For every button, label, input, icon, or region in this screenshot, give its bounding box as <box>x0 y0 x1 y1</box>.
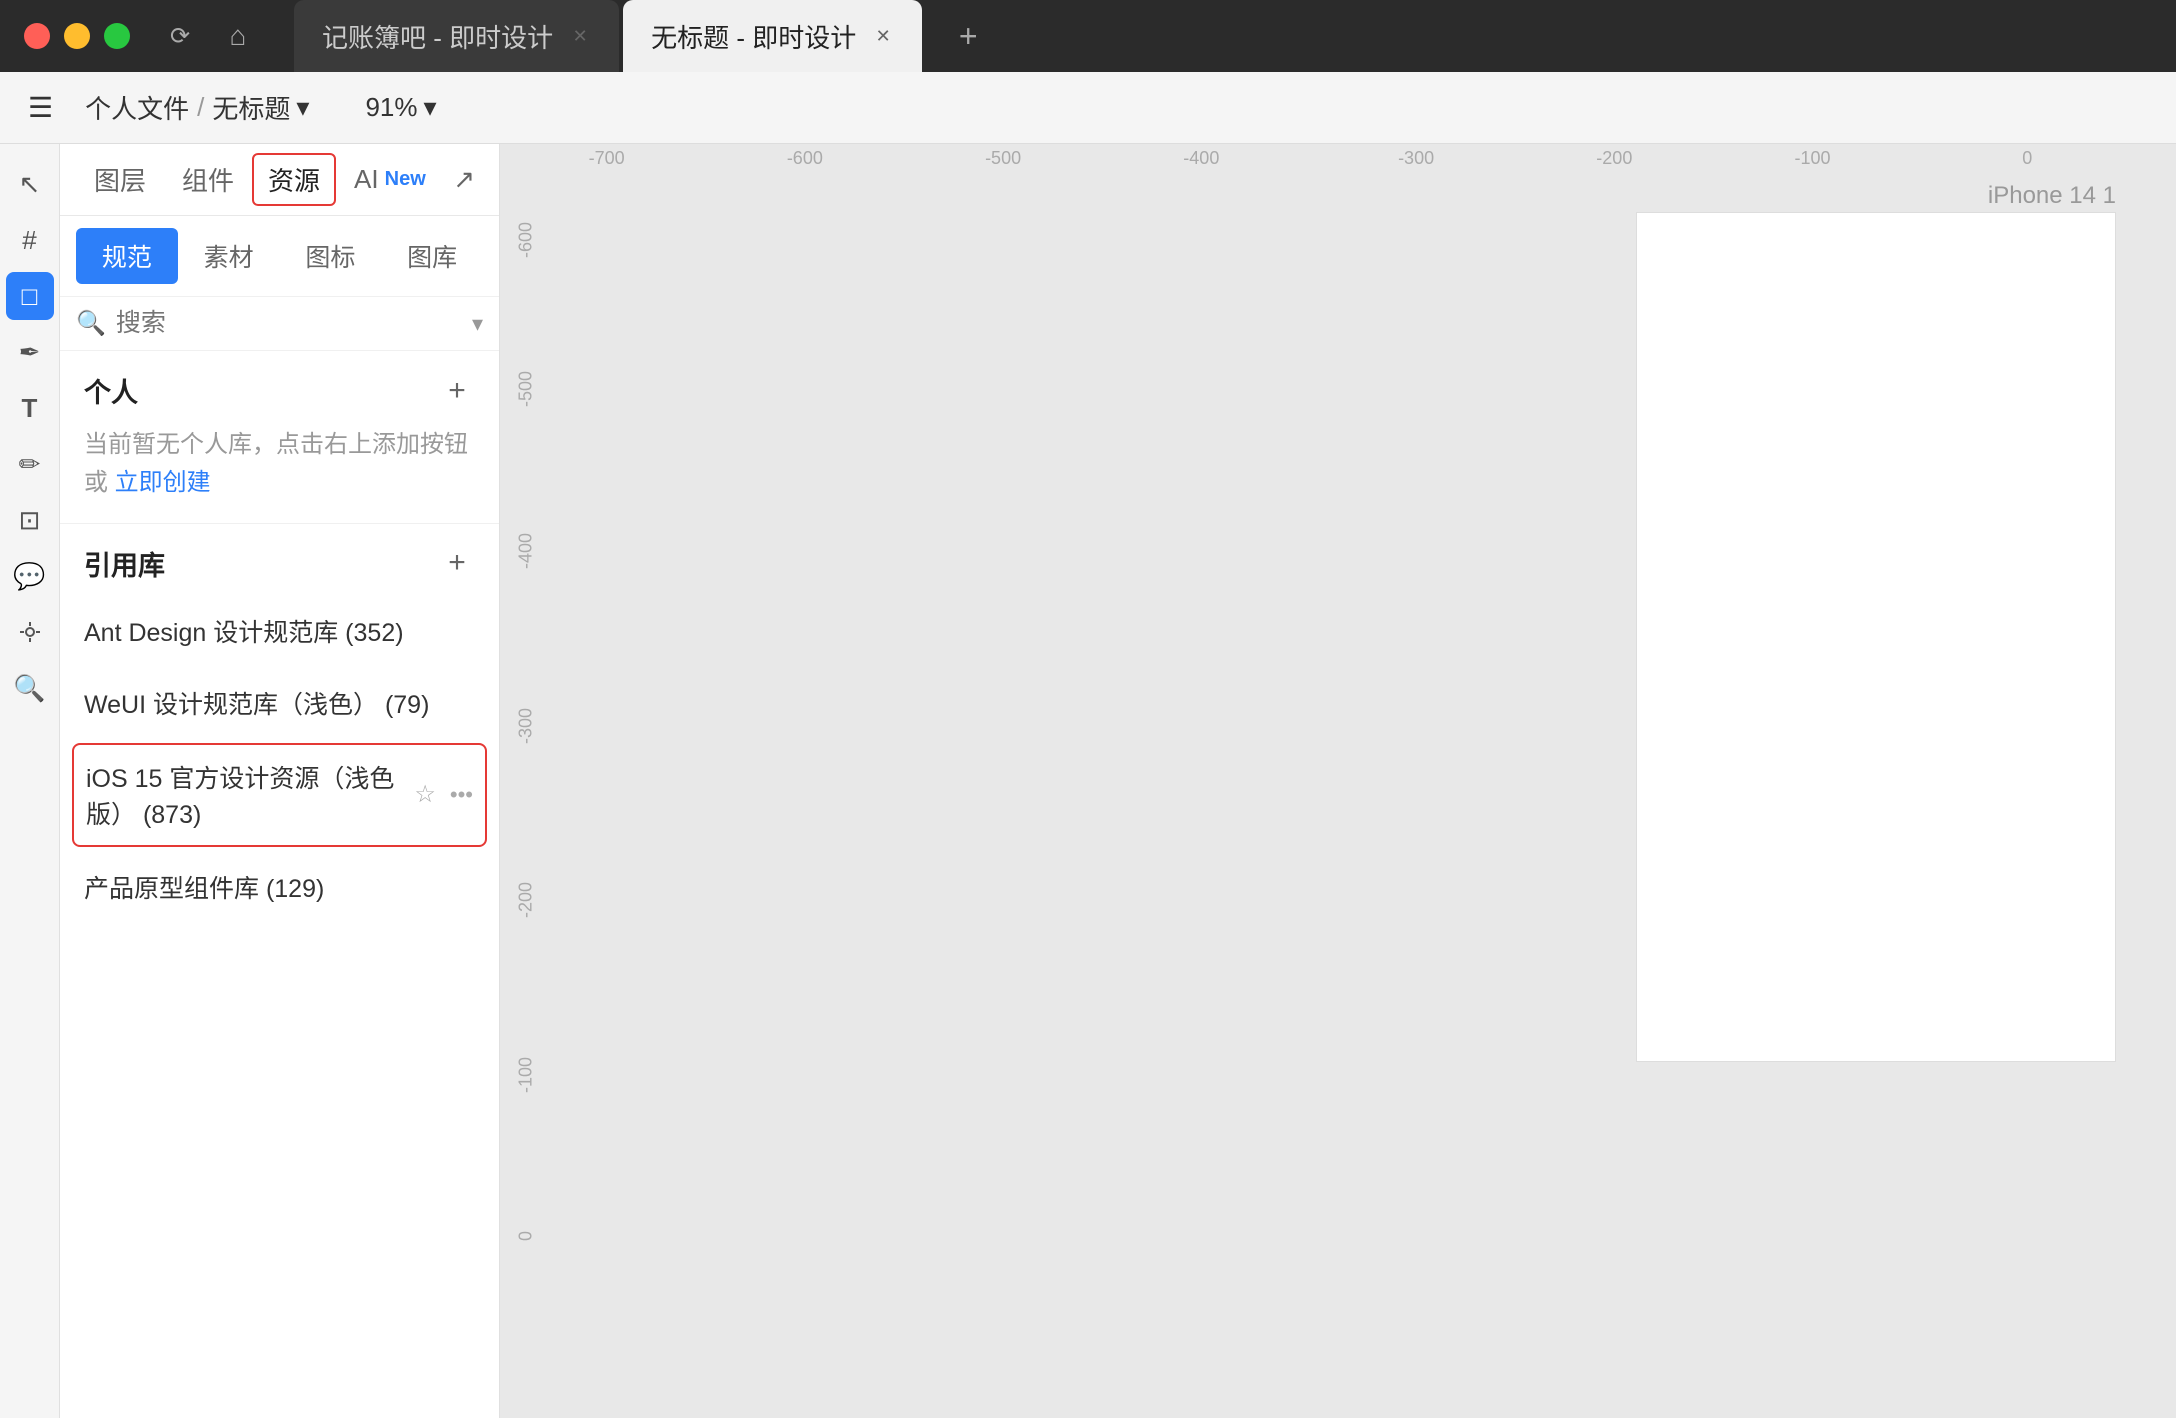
frame-label: iPhone 14 1 <box>1988 182 2116 210</box>
ruler-label-v--600: -600 <box>516 222 537 258</box>
ruler-label--200: -200 <box>1596 148 1632 169</box>
library-item-weui[interactable]: WeUI 设计规范库（浅色） (79) <box>60 667 499 739</box>
ruler-label--500: -500 <box>985 148 1021 169</box>
reference-section-title: 引用库 <box>84 544 165 583</box>
library-item-prototype-name: 产品原型组件库 (129) <box>84 869 475 905</box>
refresh-icon[interactable]: ⟳ <box>162 18 198 54</box>
sidebar-tabs: 图层 组件 资源 AI New ↗ <box>60 144 499 216</box>
tabs-area: 记账簿吧 - 即时设计 ✕ 无标题 - 即时设计 ✕ <box>294 0 922 72</box>
new-tab-button[interactable]: + <box>946 14 990 58</box>
subtab-icons[interactable]: 图标 <box>280 228 382 284</box>
subtab-library[interactable]: 图库 <box>381 228 483 284</box>
breadcrumb-personal: 个人文件 <box>85 89 189 126</box>
canvas-content: -600 -500 -400 -300 -200 -100 0 iPhone 1… <box>524 172 2176 1418</box>
ruler-label--600: -600 <box>787 148 823 169</box>
ruler-label-v--400: -400 <box>516 533 537 569</box>
maximize-button[interactable] <box>104 23 130 49</box>
ruler-top: -700 -600 -500 -400 -300 -200 -100 0 <box>524 144 2176 172</box>
zoom-control[interactable]: 91% ▾ <box>365 92 436 123</box>
breadcrumb-file-dropdown[interactable]: 无标题 ▾ <box>212 89 309 126</box>
tab-untitled[interactable]: 无标题 - 即时设计 ✕ <box>623 0 922 72</box>
breadcrumb-separator: / <box>197 92 204 123</box>
library-item-ant-design[interactable]: Ant Design 设计规范库 (352) <box>60 595 499 667</box>
tab-jizhangbu[interactable]: 记账簿吧 - 即时设计 ✕ <box>294 0 619 72</box>
traffic-lights <box>24 23 130 49</box>
breadcrumb-file: 无标题 <box>212 89 290 126</box>
ruler-label--700: -700 <box>589 148 625 169</box>
canvas-area[interactable]: -700 -600 -500 -400 -300 -200 -100 0 -60… <box>500 144 2176 1418</box>
search-expand-icon[interactable]: ▾ <box>472 311 483 337</box>
star-icon[interactable]: ☆ <box>414 780 436 809</box>
ruler-label-v--100: -100 <box>516 1057 537 1093</box>
reference-section-header: 引用库 + <box>60 524 499 595</box>
library-item-ios15-actions: ☆ ••• <box>414 780 473 809</box>
search-input[interactable] <box>116 309 462 338</box>
chevron-down-icon: ▾ <box>296 92 309 123</box>
left-toolbar: ↖ # □ ✒ T ✏ ⊡ 💬 🔍 <box>0 144 60 1418</box>
crop-tool-icon[interactable]: ⊡ <box>6 496 54 544</box>
ruler-label--400: -400 <box>1183 148 1219 169</box>
sidebar: 图层 组件 资源 AI New ↗ 规范 素材 图标 图库 🔍 ▾ <box>60 144 500 1418</box>
history-icon[interactable]: ↗ <box>445 156 483 203</box>
subtab-spec[interactable]: 规范 <box>76 228 178 284</box>
minimize-button[interactable] <box>64 23 90 49</box>
sidebar-content: 个人 + 当前暂无个人库，点击右上添加按钮或 立即创建 引用库 + Ant De… <box>60 351 499 1418</box>
library-item-prototype[interactable]: 产品原型组件库 (129) <box>60 851 499 923</box>
ruler-label--100: -100 <box>1795 148 1831 169</box>
personal-section-title: 个人 <box>84 371 138 410</box>
breadcrumb: 个人文件 / 无标题 ▾ <box>85 89 309 126</box>
library-item-ant-design-name: Ant Design 设计规范库 (352) <box>84 613 475 649</box>
search-tool-icon[interactable]: 🔍 <box>6 664 54 712</box>
tab1-label: 记账簿吧 - 即时设计 <box>322 18 553 55</box>
component-tool-icon[interactable] <box>6 608 54 656</box>
sub-tabs: 规范 素材 图标 图库 <box>60 216 499 297</box>
zoom-level: 91% <box>365 92 417 123</box>
menu-icon[interactable]: ☰ <box>28 91 53 124</box>
new-badge: New <box>385 168 426 191</box>
search-bar: 🔍 ▾ <box>60 297 499 351</box>
content-area: ↖ # □ ✒ T ✏ ⊡ 💬 🔍 图层 组件 资源 <box>0 144 2176 1418</box>
ruler-label-v-0: 0 <box>516 1231 537 1241</box>
tab-components[interactable]: 组件 <box>164 153 252 206</box>
ruler-label-v--200: -200 <box>516 882 537 918</box>
frame-tool-icon[interactable]: # <box>6 216 54 264</box>
toolbar: ☰ 个人文件 / 无标题 ▾ 91% ▾ <box>0 72 2176 144</box>
titlebar: ⟳ ⌂ 记账簿吧 - 即时设计 ✕ 无标题 - 即时设计 ✕ + <box>0 0 2176 72</box>
library-item-ios15[interactable]: iOS 15 官方设计资源（浅色版） (873) ☆ ••• <box>72 743 487 847</box>
cursor-tool-icon[interactable]: ↖ <box>6 160 54 208</box>
ruler-label-v--500: -500 <box>516 371 537 407</box>
tab2-close-icon[interactable]: ✕ <box>872 25 894 47</box>
ruler-label-v--300: -300 <box>516 708 537 744</box>
library-item-ios15-name: iOS 15 官方设计资源（浅色版） (873) <box>86 759 406 831</box>
create-now-link[interactable]: 立即创建 <box>115 469 211 496</box>
pencil-tool-icon[interactable]: ✏ <box>6 440 54 488</box>
ruler-label--300: -300 <box>1398 148 1434 169</box>
tab-assets[interactable]: 资源 <box>252 153 336 206</box>
more-icon[interactable]: ••• <box>450 782 473 808</box>
tab-layers[interactable]: 图层 <box>76 153 164 206</box>
text-tool-icon[interactable]: T <box>6 384 54 432</box>
personal-empty-hint: 当前暂无个人库，点击右上添加按钮或 立即创建 <box>60 422 499 523</box>
personal-section-header: 个人 + <box>60 351 499 422</box>
pen-tool-icon[interactable]: ✒ <box>6 328 54 376</box>
ruler-label-0: 0 <box>2022 148 2032 169</box>
tab1-close-icon[interactable]: ✕ <box>569 25 591 47</box>
home-icon[interactable]: ⌂ <box>214 12 262 60</box>
close-button[interactable] <box>24 23 50 49</box>
main-layout: ☰ 个人文件 / 无标题 ▾ 91% ▾ ↖ # □ ✒ T ✏ ⊡ 💬 <box>0 72 2176 1418</box>
search-icon: 🔍 <box>76 309 106 338</box>
comment-tool-icon[interactable]: 💬 <box>6 552 54 600</box>
rectangle-tool-icon[interactable]: □ <box>6 272 54 320</box>
personal-add-button[interactable]: + <box>439 373 475 409</box>
subtab-materials[interactable]: 素材 <box>178 228 280 284</box>
zoom-chevron-icon: ▾ <box>423 92 436 123</box>
reference-add-button[interactable]: + <box>439 545 475 581</box>
tab2-label: 无标题 - 即时设计 <box>651 18 856 55</box>
ai-label: AI <box>354 164 379 195</box>
library-item-weui-name: WeUI 设计规范库（浅色） (79) <box>84 685 475 721</box>
canvas-frame <box>1636 212 2116 1062</box>
tab-ai[interactable]: AI New <box>336 156 444 203</box>
